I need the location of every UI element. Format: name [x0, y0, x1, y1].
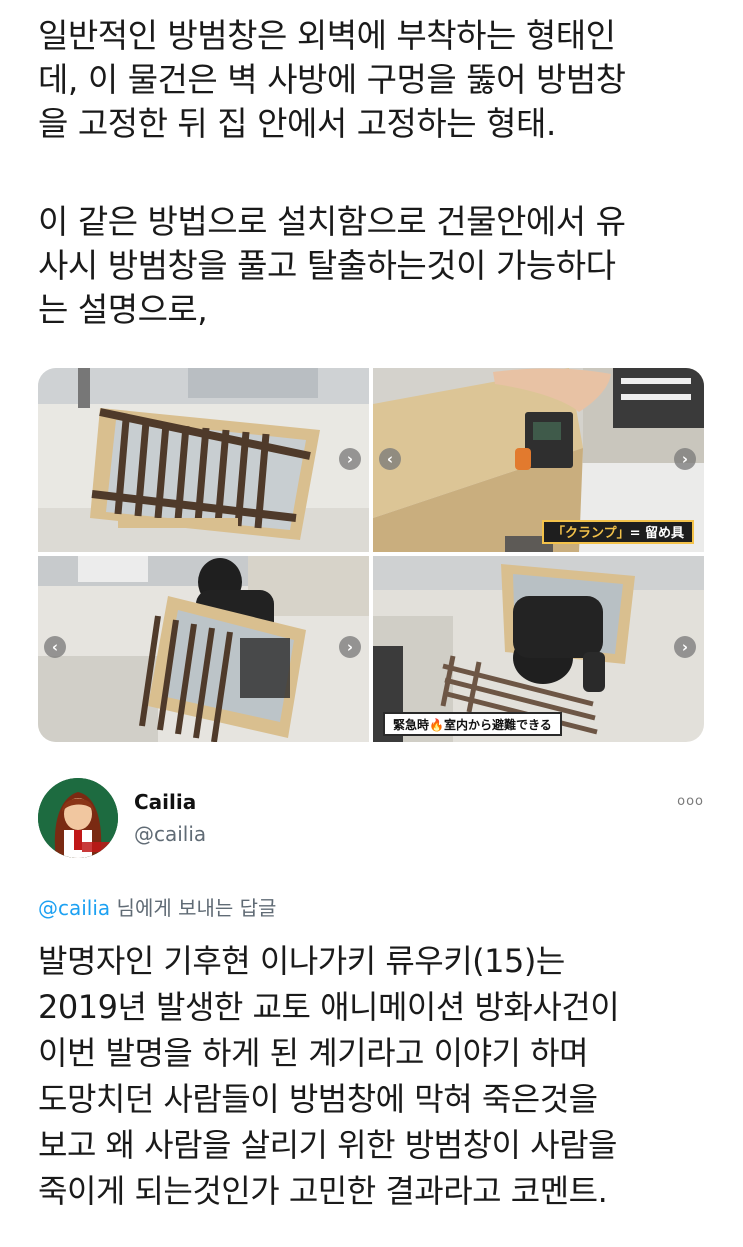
- tweet-text-line: 일반적인 방범창은 외벽에 부착하는 형태인: [38, 16, 616, 55]
- media-photo-person-grille[interactable]: ‹ ›: [38, 556, 369, 742]
- reply-header: Cailia @cailia ooo: [38, 778, 708, 860]
- reply-body: 발명자인 기후현 이나가키 류우키(15)는 2019년 발생한 교토 애니메이…: [38, 938, 718, 1214]
- reply-text-line: 보고 왜 사람을 살리기 위한 방범창이 사람을: [38, 1126, 617, 1164]
- photo-illustration: [38, 368, 369, 552]
- avatar[interactable]: [38, 778, 118, 858]
- chevron-left-icon[interactable]: ‹: [379, 448, 401, 470]
- chevron-left-icon[interactable]: ‹: [44, 636, 66, 658]
- chevron-right-icon[interactable]: ›: [339, 636, 361, 658]
- tweet-paragraph-1: 일반적인 방범창은 외벽에 부착하는 형태인 데, 이 물건은 벽 사방에 구멍…: [38, 14, 718, 146]
- media-photo-grille-outside[interactable]: ›: [38, 368, 369, 552]
- avatar-image: [38, 778, 118, 858]
- media-caption-clamp: 「クランプ」= 留め具: [541, 520, 694, 544]
- photo-illustration: [38, 556, 369, 742]
- reply-text-line: 발명자인 기후현 이나가키 류우키(15)는: [38, 942, 565, 980]
- mention-link[interactable]: @cailia: [38, 896, 110, 920]
- tweet-paragraph-2: 이 같은 방법으로 설치함으로 건물안에서 유 사시 방범창을 풀고 탈출하는것…: [38, 200, 718, 332]
- chevron-right-icon[interactable]: ›: [674, 448, 696, 470]
- media-caption-emergency: 緊急時🔥室内から避難できる: [383, 712, 562, 736]
- tweet-text-line: 이 같은 방법으로 설치함으로 건물안에서 유: [38, 202, 626, 241]
- tweet-text-line: 을 고정한 뒤 집 안에서 고정하는 형태.: [38, 104, 556, 143]
- flame-icon: 🔥: [429, 718, 444, 732]
- media-photo-escape[interactable]: › 緊急時🔥室内から避難できる: [373, 556, 704, 742]
- reply-text-line: 이번 발명을 하게 된 계기라고 이야기 하며: [38, 1034, 589, 1072]
- caption-text: 緊急時: [393, 718, 430, 732]
- media-grid: › ‹ › 「クランプ」= 留め具 ‹ › › 緊急時🔥室内から避難できる: [38, 368, 704, 742]
- tweet-text-line: 는 설명으로,: [38, 290, 208, 329]
- reply-text-line: 도망치던 사람들이 방범창에 막혀 죽은것을: [38, 1080, 598, 1118]
- caption-text: = 留め具: [629, 526, 684, 541]
- caption-highlight: 「クランプ」: [551, 526, 630, 541]
- display-name[interactable]: Cailia: [134, 790, 196, 814]
- user-handle[interactable]: @cailia: [134, 822, 206, 846]
- more-icon[interactable]: ooo: [677, 794, 704, 809]
- media-photo-clamp[interactable]: ‹ › 「クランプ」= 留め具: [373, 368, 704, 552]
- replying-to-suffix: 님에게 보내는 답글: [110, 896, 277, 920]
- replying-to: @cailia 님에게 보내는 답글: [38, 892, 276, 921]
- tweet-text-line: 사시 방범창을 풀고 탈출하는것이 가능하다: [38, 246, 616, 285]
- chevron-right-icon[interactable]: ›: [339, 448, 361, 470]
- caption-text: 室内から避難できる: [443, 718, 552, 732]
- tweet-text-line: 데, 이 물건은 벽 사방에 구멍을 뚫어 방범창: [38, 60, 626, 99]
- chevron-right-icon[interactable]: ›: [674, 636, 696, 658]
- reply-text-line: 죽이게 되는것인가 고민한 결과라고 코멘트.: [38, 1172, 608, 1210]
- reply-text-line: 2019년 발생한 교토 애니메이션 방화사건이: [38, 988, 620, 1026]
